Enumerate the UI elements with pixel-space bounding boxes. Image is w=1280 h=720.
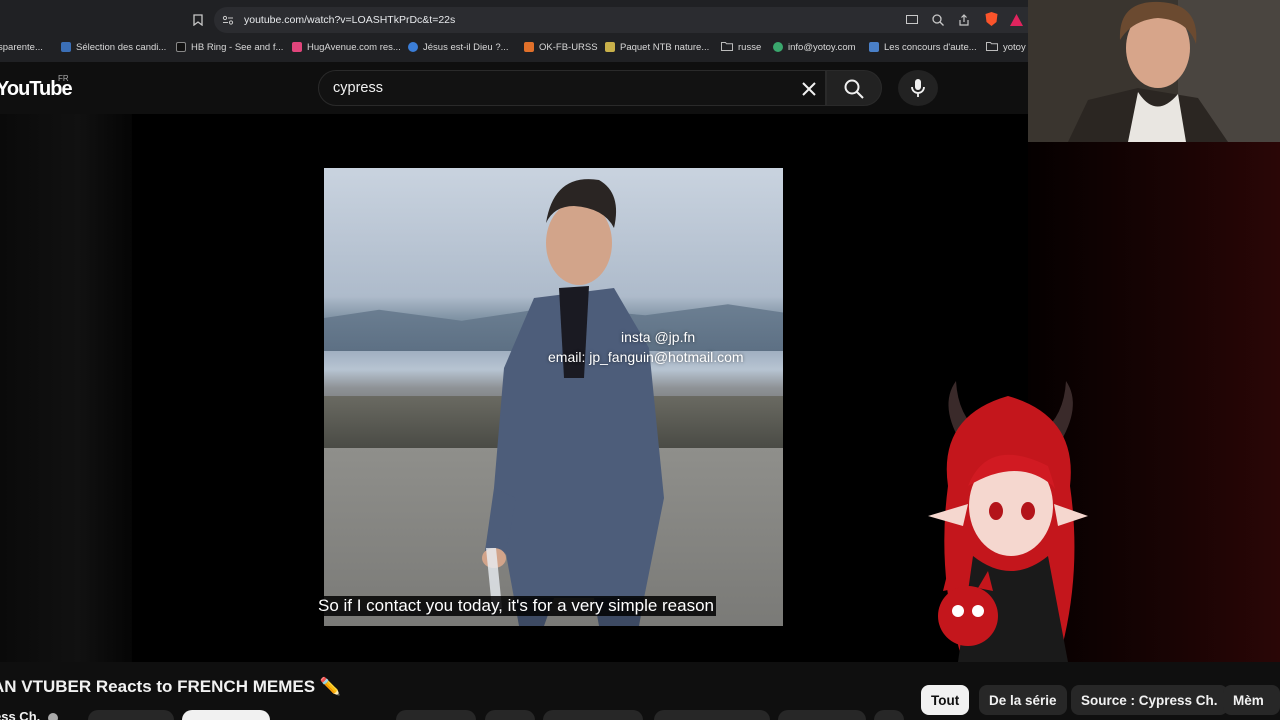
favicon — [292, 42, 302, 52]
save-pill[interactable] — [654, 710, 770, 720]
search-icon — [844, 79, 864, 99]
microphone-icon — [909, 78, 927, 98]
share-pill[interactable] — [543, 710, 643, 720]
verified-icon — [47, 712, 58, 720]
country-code: FR — [58, 74, 69, 83]
meme-caption-instagram: insta @jp.fn — [621, 329, 696, 345]
chip-source[interactable]: Source : Cypress Ch. — [1071, 685, 1228, 715]
clear-search-icon[interactable] — [800, 80, 818, 98]
folder-icon — [986, 41, 998, 54]
favicon — [605, 42, 615, 52]
favicon — [524, 42, 534, 52]
bookmark-item[interactable]: yotoy — [986, 39, 1026, 55]
bookmark-label: OK-FB-URSS — [539, 41, 598, 53]
meme-caption-email: email: jp_fanguin@hotmail.com — [548, 349, 744, 365]
rewards-icon[interactable] — [1009, 13, 1023, 27]
streamer-face — [1028, 0, 1280, 142]
video-title: AN VTUBER Reacts to FRENCH MEMES ✏️ — [0, 677, 341, 696]
bookmark-label: russe — [738, 41, 762, 53]
bookmark-icon[interactable] — [191, 13, 205, 27]
join-pill[interactable] — [182, 710, 270, 720]
clip-pill[interactable] — [778, 710, 866, 720]
player-left-edge — [0, 114, 132, 662]
webcam-feed — [1028, 0, 1280, 142]
search-button[interactable] — [826, 70, 882, 106]
chip-series[interactable]: De la série — [979, 685, 1067, 715]
url-text: youtube.com/watch?v=LOASHTkPrDc&t=22s — [244, 14, 456, 26]
bookmark-label: sparente... — [0, 41, 43, 53]
bookmark-label: Sélection des candi... — [76, 41, 167, 53]
favicon — [61, 42, 71, 52]
favicon — [773, 42, 783, 52]
bookmark-label: Les concours d'aute... — [884, 41, 977, 53]
bookmark-item[interactable]: Les concours d'aute... — [869, 39, 977, 55]
bookmark-label: HugAvenue.com res... — [307, 41, 401, 53]
subscribe-pill[interactable] — [88, 710, 174, 720]
bookmark-item[interactable]: Sélection des candi... — [61, 39, 166, 55]
like-pill[interactable] — [396, 710, 476, 720]
channel-name[interactable]: ess Ch. — [0, 709, 58, 720]
favicon — [408, 42, 418, 52]
dislike-pill[interactable] — [485, 710, 535, 720]
channel-name-text: ess Ch. — [0, 709, 41, 720]
share-icon[interactable] — [957, 13, 971, 27]
bookmark-item[interactable]: info@yotoy.com — [773, 39, 856, 55]
bookmarks-bar: sparente... Sélection des candi... HB Ri… — [0, 36, 1028, 58]
bookmark-item[interactable]: russe — [721, 39, 761, 55]
browser-chrome: youtube.com/watch?v=LOASHTkPrDc&t=22s sp… — [0, 0, 1028, 62]
bookmark-item[interactable]: sparente... — [0, 39, 43, 55]
favicon — [176, 42, 186, 52]
vtuber-avatar — [928, 381, 1088, 662]
bookmark-label: Jésus est-il Dieu ?... — [423, 41, 509, 53]
folder-icon — [721, 41, 733, 54]
video-subtitle: So if I contact you today, it's for a ve… — [316, 596, 716, 616]
bookmark-label: yotoy — [1003, 41, 1026, 53]
address-bar: youtube.com/watch?v=LOASHTkPrDc&t=22s — [0, 7, 1028, 33]
more-pill[interactable] — [874, 710, 904, 720]
chip-memes[interactable]: Mèm — [1223, 685, 1280, 715]
search-value: cypress — [333, 80, 383, 96]
bookmark-item[interactable]: OK-FB-URSS — [524, 39, 598, 55]
site-info-icon[interactable] — [221, 13, 235, 27]
bookmark-label: info@yotoy.com — [788, 41, 856, 53]
meme-video-frame: insta @jp.fn email: jp_fanguin@hotmail.c… — [324, 168, 783, 626]
man-in-suit — [482, 179, 664, 626]
cast-icon[interactable] — [905, 13, 919, 27]
bookmark-item[interactable]: HB Ring - See and f... — [176, 39, 283, 55]
search-input[interactable] — [318, 70, 826, 106]
bookmark-label: HB Ring - See and f... — [191, 41, 284, 53]
bookmark-item[interactable]: HugAvenue.com res... — [292, 39, 401, 55]
bookmark-item[interactable]: Jésus est-il Dieu ?... — [408, 39, 509, 55]
bookmark-item[interactable]: Paquet NTB nature... — [605, 39, 709, 55]
zoom-icon[interactable] — [931, 13, 945, 27]
voice-search-button[interactable] — [898, 70, 938, 106]
bookmark-label: Paquet NTB nature... — [620, 41, 710, 53]
favicon — [869, 42, 879, 52]
chip-all[interactable]: Tout — [921, 685, 970, 715]
brave-shield-icon[interactable] — [984, 12, 998, 26]
